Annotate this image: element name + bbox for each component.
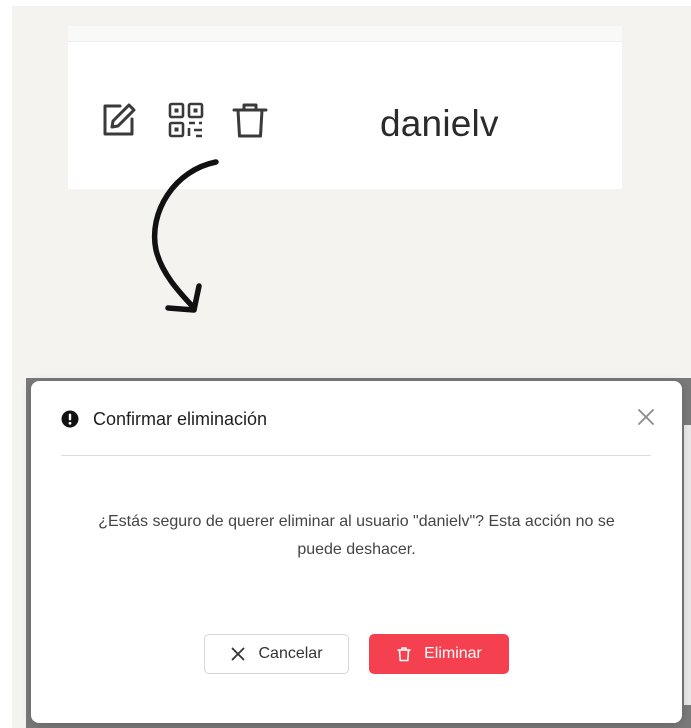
dialog-message-line-2: puede deshacer. [297, 541, 416, 558]
qr-code-icon[interactable] [166, 100, 206, 140]
dialog-header: Confirmar eliminación [61, 409, 651, 456]
confirm-delete-dialog: Confirmar eliminación ¿Estás seguro de q… [31, 381, 682, 723]
dialog-title: Confirmar eliminación [93, 409, 268, 429]
background-table-edge [684, 425, 691, 705]
curved-arrow-icon [151, 159, 219, 313]
dialog-message-line-1: ¿Estás seguro de querer eliminar al usua… [98, 513, 615, 530]
cancel-button-label: Cancelar [258, 645, 323, 662]
trash-icon [396, 646, 412, 662]
x-icon [230, 646, 246, 662]
trash-icon[interactable] [230, 100, 270, 140]
close-icon[interactable] [635, 406, 657, 428]
dialog-message: ¿Estás seguro de querer eliminar al usua… [51, 508, 662, 564]
delete-button[interactable]: Eliminar [369, 634, 509, 674]
row-top-divider [68, 26, 622, 42]
username-label: danielv [380, 103, 499, 144]
cancel-button[interactable]: Cancelar [204, 634, 349, 674]
exclamation-circle-icon [61, 410, 79, 428]
edit-icon[interactable] [98, 100, 138, 140]
delete-button-label: Eliminar [424, 645, 482, 662]
